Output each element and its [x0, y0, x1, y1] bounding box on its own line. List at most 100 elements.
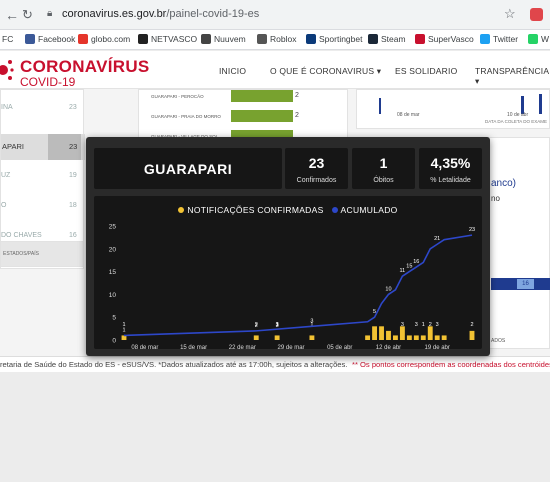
line-data-label: 21: [434, 236, 440, 242]
bar-data-label: 2: [429, 322, 432, 328]
confirmed-card: 23 Confirmados: [285, 148, 348, 189]
bookmark-label: W: [541, 34, 550, 44]
x-tick-label: 05 de abr: [327, 345, 352, 349]
bookmark-label: globo.com: [91, 34, 131, 44]
collection-date-chart: 08 de mar 10 de abr DATA DA COLETA DO EX…: [356, 89, 550, 129]
bar-notification: [386, 330, 391, 340]
bar-notification: [309, 335, 315, 340]
bookmark-nuuvem[interactable]: Nuuvem: [201, 34, 246, 44]
bookmark-label: Steam: [381, 34, 406, 44]
line-data-label: 3: [276, 323, 279, 329]
bar-notification: [413, 335, 419, 340]
line-data-label: 2: [255, 323, 258, 329]
back-icon[interactable]: ←: [5, 7, 19, 23]
bookmark-supervasco[interactable]: SuperVasco: [415, 34, 474, 44]
bar-data-label: 3: [415, 322, 418, 328]
line-data-label: 1: [122, 327, 125, 333]
y-tick-label: 5: [112, 315, 116, 322]
neighborhood-bar: [231, 110, 293, 122]
bar-notification: [274, 335, 280, 340]
bar-notification: [365, 335, 371, 340]
x-tick-label: 12 de abr: [376, 345, 401, 349]
table-row-selected[interactable]: APARI 23: [1, 134, 85, 160]
extension-icon[interactable]: [530, 8, 543, 21]
deaths-label: Óbitos: [373, 177, 394, 184]
lock-icon: 🔒︎: [47, 8, 53, 19]
table-row[interactable]: UZ 19: [1, 172, 81, 202]
browser-address-bar: ← ↻ 🔒︎ coronavirus.es.gov.br/painel-covi…: [0, 0, 550, 30]
netvasco-icon: [138, 34, 148, 44]
bar-notification: [469, 330, 475, 340]
site-title[interactable]: CORONAVÍRUS: [20, 57, 150, 77]
bar-data-label: 3: [401, 322, 404, 328]
line-data-label: 3: [310, 318, 313, 324]
bookmark-steam[interactable]: Steam: [368, 34, 406, 44]
bar-notification: [372, 326, 377, 340]
table-row[interactable]: O 18: [1, 202, 81, 232]
line-data-label: 10: [385, 286, 391, 292]
bar-notification: [441, 335, 447, 340]
count-badge: 16: [517, 279, 534, 289]
nav-transparencia[interactable]: TRANSPARÊNCIA ▾: [475, 66, 550, 87]
globo-icon: [78, 34, 88, 44]
virus-logo-icon: [0, 60, 14, 80]
roblox-icon: [257, 34, 267, 44]
deaths-card: 1 Óbitos: [352, 148, 415, 189]
municipality-card: GUARAPARI: [94, 148, 282, 189]
source-text: retaria de Saúde do Estado do ES - eSUS/…: [0, 360, 348, 369]
bar-notification: [379, 326, 384, 340]
table-row[interactable]: INA 23: [1, 104, 81, 134]
nav-es-solidario[interactable]: ES SOLIDARIO: [395, 66, 457, 76]
line-data-label: 23: [469, 227, 475, 233]
bookmark-facebook[interactable]: Facebook: [25, 34, 75, 44]
bookmark-sportingbet[interactable]: Sportingbet: [306, 34, 362, 44]
bookmark-netvasco[interactable]: NETVASCO: [138, 34, 197, 44]
nav-inicio[interactable]: INICIO: [219, 66, 246, 76]
bar-data-label: 3: [436, 322, 439, 328]
accumulated-line: [123, 234, 473, 337]
neighborhood-bar: [231, 90, 293, 102]
deaths-value: 1: [379, 155, 388, 171]
bar-notification: [399, 326, 405, 340]
sportingbet-icon: [306, 34, 316, 44]
cases-chart: NOTIFICAÇÕES CONFIRMADAS ACUMULADO 0 5 10 15…: [94, 196, 482, 349]
bookmark-label: SuperVasco: [428, 34, 474, 44]
bookmark-globo-com[interactable]: globo.com: [78, 34, 130, 44]
bar-notification: [406, 335, 412, 340]
bar-notification: [393, 335, 398, 340]
bookmark-label: Roblox: [270, 34, 297, 44]
bar-notification: [427, 326, 433, 340]
bookmarks-bar: FC Facebook globo.com NETVASCO Nuuvem Roblox S…: [0, 30, 550, 50]
url-field[interactable]: coronavirus.es.gov.br/painel-covid-19-es: [62, 8, 259, 20]
bookmark-fc[interactable]: FC: [2, 34, 13, 44]
confirmed-value: 23: [308, 155, 325, 171]
star-icon[interactable]: ☆: [504, 6, 516, 22]
lethality-value: 4,35%: [430, 155, 471, 171]
municipality-name: GUARAPARI: [143, 161, 233, 177]
bookmark-roblox[interactable]: Roblox: [257, 34, 296, 44]
reload-icon[interactable]: ↻: [22, 7, 33, 23]
line-data-label: 15: [406, 264, 412, 270]
line-data-label: 11: [400, 268, 406, 274]
facebook-icon: [25, 34, 35, 44]
bookmark-twitter[interactable]: Twitter: [480, 34, 518, 44]
nav-o-que-e-coronavirus[interactable]: O QUE É CORONAVIRUS ▾: [270, 66, 381, 77]
table-footer: ESTADOS/PAÍS: [0, 241, 84, 267]
line-data-label: 16: [413, 259, 419, 265]
bar-data-label: 2: [470, 322, 473, 328]
cases-chart-svg: 051015202508 de mar 15 de mar 22 de mar 29 …: [109, 224, 475, 350]
x-tick-label: 22 de mar: [229, 345, 256, 349]
bar-notification: [434, 335, 440, 340]
source-footer: retaria de Saúde do Estado do ES - eSUS/…: [0, 356, 550, 372]
site-header: CORONAVÍRUS COVID-19 INICIO O QUE É CORO…: [0, 51, 550, 89]
map-note: ** Os pontos correspondem as coordenadas…: [352, 360, 550, 369]
y-tick-label: 10: [109, 292, 117, 299]
whatsapp-icon: [528, 34, 538, 44]
supervasco-icon: [415, 34, 425, 44]
bookmark-label: FC: [2, 34, 14, 44]
x-tick-label: 29 de mar: [278, 345, 305, 349]
nuuvem-icon: [201, 34, 211, 44]
bookmark-w[interactable]: W: [528, 34, 549, 44]
x-tick-label: 08 de mar: [131, 345, 158, 349]
bar-notification: [420, 335, 426, 340]
